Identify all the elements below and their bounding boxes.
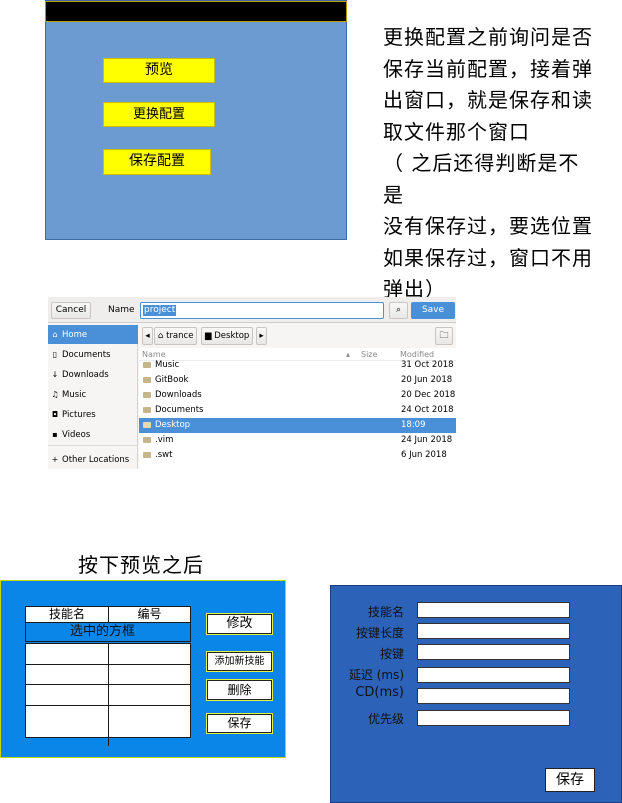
save-file-dialog: Cancel Name project ⌕ Save ⌂ Home ▯ Docume…	[48, 297, 456, 469]
sidebar-item-downloads[interactable]: ↓ Downloads	[48, 365, 138, 384]
skill-table: 技能名 编号 选中的方框	[25, 606, 191, 746]
table-cell[interactable]	[25, 705, 109, 738]
add-skill-button[interactable]: 添加新技能	[207, 652, 272, 671]
table-cell[interactable]	[25, 664, 109, 685]
note-line: 取文件那个窗口	[383, 119, 530, 144]
cancel-button[interactable]: Cancel	[51, 302, 91, 319]
table-divider	[108, 737, 109, 746]
field-label: CD(ms)	[355, 685, 404, 700]
save-config-button[interactable]: 保存配置	[103, 149, 211, 175]
table-cell[interactable]	[108, 664, 191, 685]
file-row[interactable]: .swt 6 Jun 2018	[139, 448, 456, 463]
document-icon: ▯	[52, 350, 58, 359]
cooldown-input[interactable]	[417, 688, 570, 704]
plus-icon: +	[51, 455, 59, 464]
file-row[interactable]: Downloads 20 Dec 2018	[139, 388, 456, 403]
folder-icon	[143, 452, 151, 458]
file-row[interactable]: .vim 24 Jun 2018	[139, 433, 456, 448]
path-segment-home[interactable]: ⌂ trance	[154, 327, 198, 345]
file-browser: ◂ ⌂ trance ▆ Desktop ▸ 🗀 Name ▴ Size Mod…	[139, 324, 456, 469]
file-row-selected[interactable]: Desktop 18:09	[139, 418, 456, 433]
key-input[interactable]	[417, 644, 570, 660]
music-icon: ♫	[51, 390, 59, 399]
path-forward-button[interactable]: ▸	[256, 327, 267, 345]
folder-icon	[143, 437, 151, 443]
path-back-button[interactable]: ◂	[142, 327, 153, 345]
note-line: 出窗口，就是保存和读	[383, 88, 593, 112]
file-row[interactable]: Music 31 Oct 2018	[139, 358, 456, 373]
table-cell[interactable]	[25, 643, 109, 665]
name-label: Name	[108, 305, 135, 315]
chevron-right-icon: ▸	[259, 331, 264, 341]
table-cell[interactable]	[108, 643, 191, 665]
home-icon: ⌂	[52, 330, 58, 339]
video-icon: ▪	[52, 430, 58, 439]
sidebar-item-music[interactable]: ♫ Music	[48, 385, 138, 404]
chevron-left-icon: ◂	[145, 331, 150, 341]
field-label: 按键	[379, 647, 404, 661]
folder-icon	[143, 377, 151, 383]
camera-icon: ◘	[51, 410, 59, 419]
note-line: 如果保存过，窗口不用	[383, 245, 593, 270]
sidebar-item-documents[interactable]: ▯ Documents	[48, 345, 138, 364]
path-segment-desktop[interactable]: ▆ Desktop	[201, 327, 254, 345]
sidebar-divider	[48, 445, 138, 446]
skill-name-input[interactable]	[417, 602, 570, 618]
places-sidebar: ⌂ Home ▯ Documents ↓ Downloads ♫ Music ◘ Pict…	[48, 324, 138, 469]
search-icon: ⌕	[395, 305, 402, 315]
main-window-mockup: 预览 更换配置 保存配置	[45, 0, 347, 240]
folder-icon: ▆	[205, 331, 212, 341]
table-cell[interactable]	[108, 684, 191, 706]
dialog-header: Cancel Name project ⌕ Save	[48, 297, 456, 323]
file-row[interactable]: GitBook 20 Jun 2018	[139, 373, 456, 388]
selected-table-row[interactable]: 选中的方框	[25, 622, 191, 642]
column-header-skill-name: 技能名	[25, 606, 109, 623]
sidebar-item-pictures[interactable]: ◘ Pictures	[48, 405, 138, 424]
download-icon: ↓	[51, 370, 59, 379]
key-duration-input[interactable]	[417, 623, 570, 639]
priority-input[interactable]	[417, 710, 570, 726]
change-config-button[interactable]: 更换配置	[103, 102, 215, 127]
note-line: 更换配置之前询问是否	[383, 25, 593, 49]
path-bar: ◂ ⌂ trance ▆ Desktop ▸ 🗀	[139, 324, 456, 348]
search-button[interactable]: ⌕	[389, 302, 408, 319]
file-list: Music 31 Oct 2018 GitBook 20 Jun 2018 Down…	[139, 358, 456, 469]
field-label: 优先级	[367, 712, 404, 726]
field-label: 技能名	[367, 605, 404, 619]
edit-button[interactable]: 修改	[207, 614, 272, 634]
skill-list-mockup: 技能名 编号 选中的方框 修改 添加新技能 删除 保存	[0, 580, 286, 758]
folder-icon	[143, 407, 151, 413]
field-label: 延迟 (ms)	[348, 668, 404, 682]
delete-button[interactable]: 删除	[207, 680, 272, 700]
filename-input[interactable]: project	[140, 302, 384, 319]
field-label: 按键长度	[355, 626, 404, 640]
column-header-id: 编号	[108, 606, 191, 623]
skill-edit-form-mockup: 技能名 按键长度 按键 延迟 (ms) CD(ms) 优先级 保存	[330, 585, 622, 803]
annotation-note: 更换配置之前询问是否 保存当前配置，接着弹 出窗口，就是保存和读 取文件那个窗口…	[383, 22, 598, 306]
note-line: （ 之后还得判断是不是	[383, 151, 580, 207]
sidebar-item-home[interactable]: ⌂ Home	[48, 325, 138, 344]
filename-value: project	[143, 305, 177, 316]
save-button[interactable]: 保存	[207, 714, 272, 733]
note-line: 没有保存过，要选位置	[383, 214, 593, 238]
note-line: 保存当前配置，接着弹	[383, 56, 593, 81]
new-folder-button[interactable]: 🗀	[435, 327, 453, 345]
preview-button[interactable]: 预览	[103, 58, 215, 83]
folder-icon	[143, 392, 151, 398]
folder-icon	[143, 422, 151, 428]
home-icon: ⌂	[158, 331, 164, 341]
new-folder-icon: 🗀	[439, 331, 449, 341]
table-cell[interactable]	[108, 705, 191, 738]
table-cell[interactable]	[25, 684, 109, 706]
section-caption: 按下预览之后	[78, 553, 204, 577]
delay-input[interactable]	[417, 667, 570, 683]
sidebar-item-videos[interactable]: ▪ Videos	[48, 425, 138, 444]
sidebar-item-other-locations[interactable]: + Other Locations	[48, 450, 138, 469]
file-row[interactable]: Documents 24 Oct 2018	[139, 403, 456, 418]
save-button[interactable]: Save	[411, 302, 455, 319]
save-button[interactable]: 保存	[545, 768, 595, 792]
folder-icon	[143, 362, 151, 368]
title-bar	[45, 1, 347, 22]
